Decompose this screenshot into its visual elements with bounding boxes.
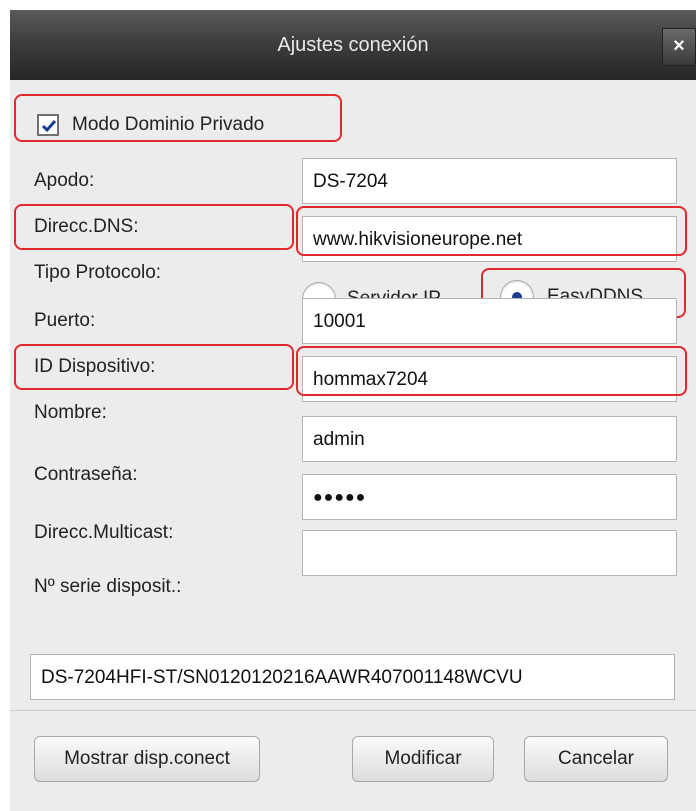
divider <box>10 710 696 711</box>
port-input[interactable]: 10001 <box>302 298 677 344</box>
connection-settings-dialog: Ajustes conexión × Modo Dominio Privado … <box>10 10 696 811</box>
show-connected-devices-button[interactable]: Mostrar disp.conect <box>34 736 260 782</box>
dns-label: Direcc.DNS: <box>34 216 139 237</box>
private-domain-checkbox[interactable] <box>37 114 59 136</box>
username-label: Nombre: <box>34 402 107 423</box>
multicast-input[interactable] <box>302 530 677 576</box>
multicast-label: Direcc.Multicast: <box>34 522 174 543</box>
username-input[interactable]: admin <box>302 416 677 462</box>
device-id-label: ID Dispositivo: <box>34 356 156 377</box>
nickname-label: Apodo: <box>34 170 95 191</box>
nickname-input[interactable]: DS-7204 <box>302 158 677 204</box>
dialog-title: Ajustes conexión <box>277 34 429 56</box>
close-icon[interactable]: × <box>662 28 696 66</box>
port-label: Puerto: <box>34 310 96 331</box>
password-label: Contraseña: <box>34 464 138 485</box>
private-domain-label: Modo Dominio Privado <box>72 114 265 135</box>
highlight-device-id-input <box>296 346 687 396</box>
modify-button[interactable]: Modificar <box>352 736 494 782</box>
highlight-dns-input <box>296 206 687 256</box>
cancel-button[interactable]: Cancelar <box>524 736 668 782</box>
check-icon <box>41 120 57 133</box>
password-input[interactable]: ●●●●● <box>302 474 677 520</box>
serial-label: Nº serie disposit.: <box>34 576 182 597</box>
title-bar: Ajustes conexión × <box>10 10 696 80</box>
serial-input[interactable]: DS-7204HFI-ST/SN0120120216AAWR407001148W… <box>30 654 675 700</box>
protocol-label: Tipo Protocolo: <box>34 262 162 283</box>
